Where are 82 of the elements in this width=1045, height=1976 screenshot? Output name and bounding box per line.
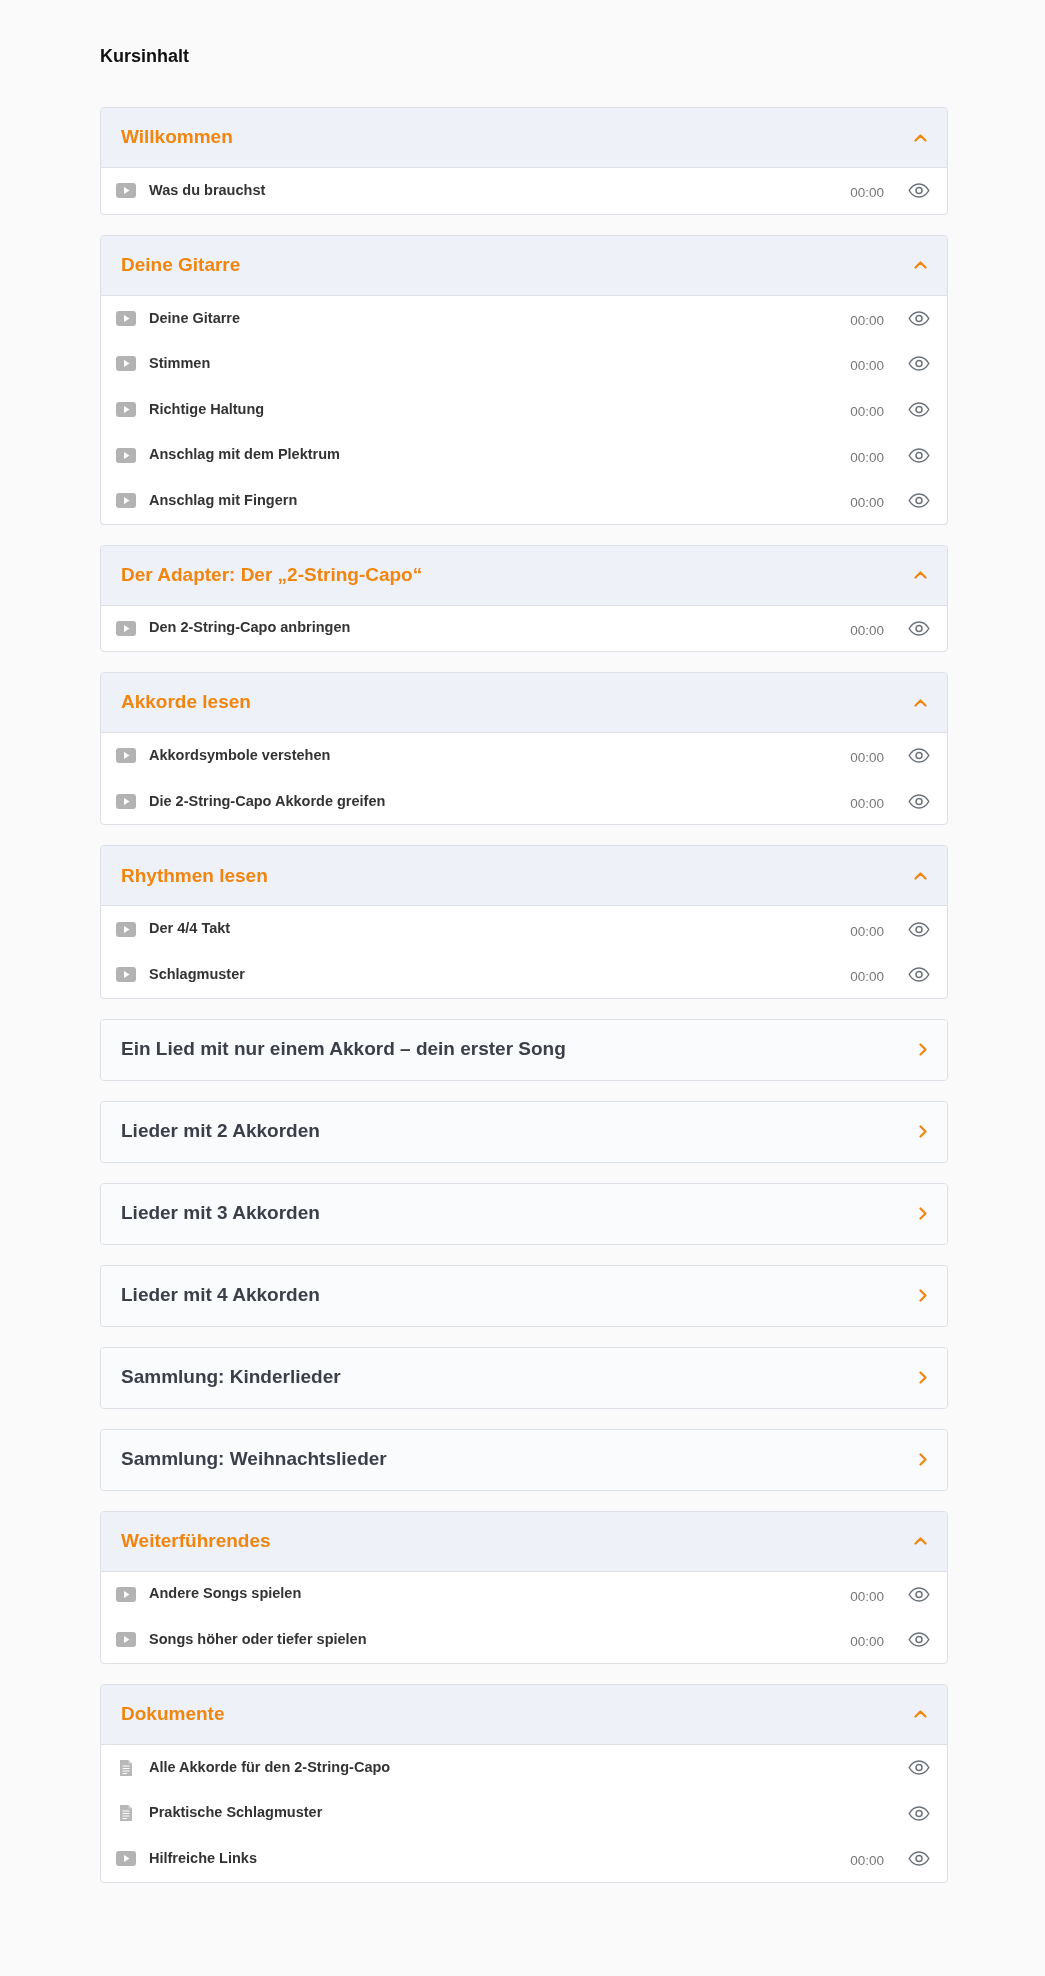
eye-icon[interactable] (908, 447, 930, 463)
play-icon (116, 967, 136, 983)
play-icon (116, 493, 136, 509)
section-header[interactable]: Sammlung: Weihnachtslieder (101, 1429, 947, 1490)
duration-label: 00:00 (850, 357, 884, 376)
eye-icon[interactable] (908, 402, 930, 418)
eye-icon[interactable] (908, 1805, 930, 1821)
lesson-title[interactable]: Was du brauchst (149, 179, 266, 202)
chevron-right-icon (919, 1043, 927, 1057)
section-header[interactable]: Ein Lied mit nur einem Akkord – dein erster Song (101, 1019, 947, 1080)
chevron-up-icon (914, 571, 927, 580)
duration-label: 00:00 (850, 402, 884, 421)
duration-label: 00:00 (850, 1587, 884, 1606)
chevron-right-icon (919, 1207, 927, 1221)
lesson-title[interactable]: Akkordsymbole verstehen (149, 745, 331, 767)
chevron-up-icon (914, 1537, 927, 1546)
chevron-up-icon (914, 871, 927, 880)
play-icon (116, 183, 136, 199)
play-icon (116, 1586, 136, 1602)
lesson-title[interactable]: Anschlag mit Fingern (149, 489, 298, 512)
eye-icon[interactable] (908, 1851, 930, 1867)
lesson-title[interactable]: Anschlag mit dem Plektrum (149, 444, 340, 467)
chevron-right-icon (919, 1371, 927, 1385)
eye-icon[interactable] (908, 1760, 930, 1775)
lesson-title[interactable]: Deine Gitarre (149, 307, 241, 330)
eye-icon[interactable] (908, 794, 930, 810)
play-icon (116, 794, 136, 810)
eye-icon[interactable] (908, 620, 930, 636)
play-icon (116, 356, 136, 372)
lesson-title[interactable]: Alle Akkorde für den 2-String-Capo (149, 1756, 391, 1779)
chevron-up-icon (914, 133, 927, 142)
play-icon (116, 447, 136, 463)
duration-label: 00:00 (850, 184, 884, 203)
play-icon (116, 921, 136, 937)
eye-icon[interactable] (908, 1632, 930, 1648)
duration-label: 00:00 (850, 494, 884, 513)
lesson-title[interactable]: Richtige Haltung (149, 398, 265, 421)
chevron-right-icon (919, 1125, 927, 1139)
play-icon (116, 402, 136, 418)
chevron-right-icon (919, 1289, 927, 1303)
section-header[interactable]: Lieder mit 4 Akkorden (101, 1265, 947, 1326)
lesson-title[interactable]: Songs höher oder tiefer spielen (149, 1629, 367, 1651)
chevron-right-icon (919, 1453, 927, 1467)
duration-label: 00:00 (850, 749, 884, 768)
lesson-title[interactable]: Der 4/4 Takt (149, 918, 231, 940)
duration-label: 00:00 (850, 922, 884, 941)
eye-icon[interactable] (908, 921, 930, 937)
play-icon (116, 1851, 136, 1867)
eye-icon[interactable] (908, 183, 930, 199)
duration-label: 00:00 (850, 311, 884, 330)
play-icon (116, 748, 136, 764)
page-title: Kursinhalt (100, 45, 190, 68)
eye-icon[interactable] (908, 748, 930, 764)
eye-icon[interactable] (908, 1586, 930, 1602)
eye-icon[interactable] (908, 967, 930, 983)
lesson-title[interactable]: Stimmen (149, 353, 211, 375)
document-icon (119, 1804, 133, 1823)
duration-label: 00:00 (850, 794, 884, 813)
eye-icon[interactable] (908, 310, 930, 326)
section-header[interactable]: Lieder mit 3 Akkorden (101, 1183, 947, 1244)
eye-icon[interactable] (908, 493, 930, 509)
lesson-title[interactable]: Die 2-String-Capo Akkorde greifen (149, 790, 386, 813)
chevron-up-icon (914, 261, 927, 270)
eye-icon[interactable] (908, 356, 930, 372)
duration-label: 00:00 (850, 968, 884, 987)
play-icon (116, 1632, 136, 1648)
section-header[interactable]: Lieder mit 2 Akkorden (101, 1101, 947, 1162)
section-header[interactable]: Sammlung: Kinderlieder (101, 1347, 947, 1408)
play-icon (116, 620, 136, 636)
lesson-title[interactable]: Praktische Schlagmuster (149, 1802, 323, 1824)
duration-label: 00:00 (850, 1633, 884, 1652)
lesson-title[interactable]: Andere Songs spielen (149, 1583, 302, 1606)
lesson-title[interactable]: Den 2-String-Capo anbringen (149, 617, 351, 640)
duration-label: 00:00 (850, 448, 884, 467)
lesson-title[interactable]: Schlagmuster (149, 963, 245, 986)
lesson-title[interactable]: Hilfreiche Links (149, 1847, 257, 1870)
duration-label: 00:00 (850, 1852, 884, 1871)
chevron-up-icon (914, 698, 927, 707)
document-icon (119, 1758, 133, 1777)
play-icon (116, 310, 136, 326)
duration-label: 00:00 (850, 621, 884, 640)
chevron-up-icon (914, 1710, 927, 1719)
